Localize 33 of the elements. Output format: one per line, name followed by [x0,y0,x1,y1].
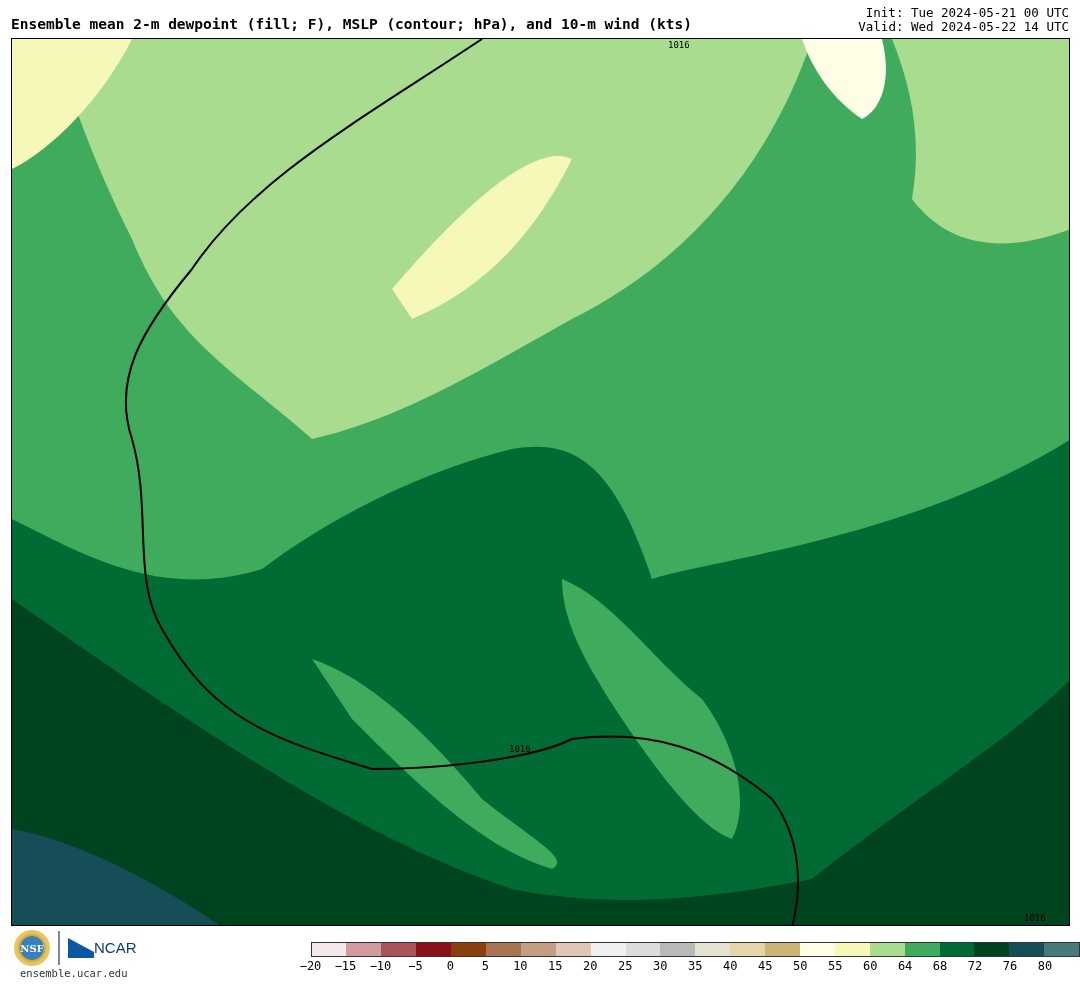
tick-label: 35 [688,960,703,973]
tick-label: 55 [827,960,843,973]
divider-icon [58,931,60,965]
contour-label: 1016 [1024,913,1046,923]
init-time: Init: Tue 2024-05-21 00 UTC [864,6,1069,20]
tick-label: 10 [513,960,528,973]
tick-label: −10 [369,960,392,973]
tick-label: 30 [653,960,668,973]
tick-label: 50 [792,960,808,973]
tick-label: −15 [334,960,357,973]
chart-title: Ensemble mean 2-m dewpoint (fill; F), MSLP (contour; hPa), and 10-m wind (kts) [11,15,692,34]
contour-label: 1016 [668,40,690,50]
valid-time: Valid: Wed 2024-05-22 14 UTC [858,20,1069,34]
contour-label: 1016 [509,744,531,754]
tick-label: −5 [408,960,423,973]
tick-label: −20 [299,960,322,973]
nsf-logo: NSF [14,930,50,966]
wing-icon [68,938,94,958]
tick-label: 20 [583,960,598,973]
tick-label: 0 [446,960,455,973]
tick-label: 15 [548,960,563,973]
tick-label: 64 [897,960,913,973]
tick-label: 72 [967,960,983,973]
tick-label: 76 [1002,960,1018,973]
tick-label: 5 [481,960,489,973]
tick-label: 25 [618,960,633,973]
tick-label: 45 [758,960,773,973]
tick-label: 80 [1037,960,1053,973]
site-url: ensemble.ucar.edu [20,966,128,981]
tick-label: 60 [862,960,878,973]
tick-label: 68 [932,960,948,973]
ncar-logo: NCAR [94,937,137,958]
tick-label: 40 [723,960,738,973]
